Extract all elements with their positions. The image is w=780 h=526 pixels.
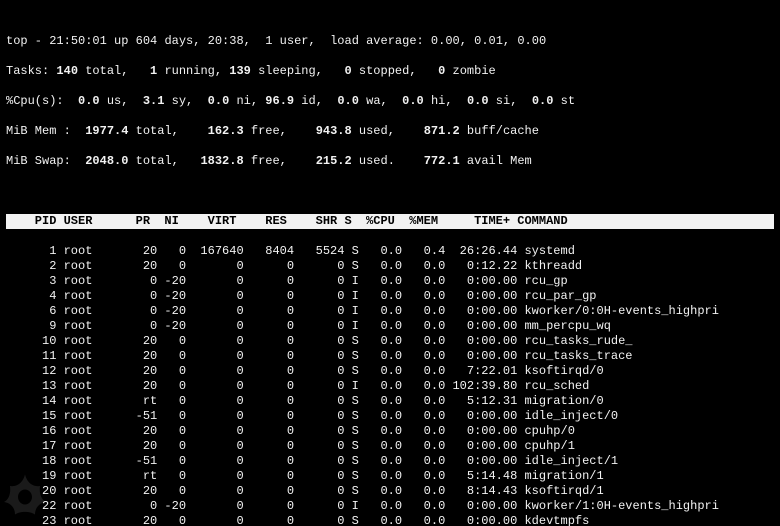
process-row: 18 root -51 0 0 0 0 S 0.0 0.0 0:00.00 id… bbox=[6, 454, 774, 469]
process-row: 19 root rt 0 0 0 0 S 0.0 0.0 5:14.48 mig… bbox=[6, 469, 774, 484]
process-row: 6 root 0 -20 0 0 0 I 0.0 0.0 0:00.00 kwo… bbox=[6, 304, 774, 319]
process-row: 13 root 20 0 0 0 0 I 0.0 0.0 102:39.80 r… bbox=[6, 379, 774, 394]
process-row: 1 root 20 0 167640 8404 5524 S 0.0 0.4 2… bbox=[6, 244, 774, 259]
blank-line bbox=[6, 184, 774, 199]
summary-line-tasks: Tasks: 140 total, 1 running, 139 sleepin… bbox=[6, 64, 774, 79]
process-row: 2 root 20 0 0 0 0 S 0.0 0.0 0:12.22 kthr… bbox=[6, 259, 774, 274]
process-row: 11 root 20 0 0 0 0 S 0.0 0.0 0:00.00 rcu… bbox=[6, 349, 774, 364]
process-list: 1 root 20 0 167640 8404 5524 S 0.0 0.4 2… bbox=[6, 244, 774, 526]
summary-line-mem: MiB Mem : 1977.4 total, 162.3 free, 943.… bbox=[6, 124, 774, 139]
process-row: 17 root 20 0 0 0 0 S 0.0 0.0 0:00.00 cpu… bbox=[6, 439, 774, 454]
terminal[interactable]: top - 21:50:01 up 604 days, 20:38, 1 use… bbox=[0, 0, 780, 526]
summary-line-swap: MiB Swap: 2048.0 total, 1832.8 free, 215… bbox=[6, 154, 774, 169]
process-row: 3 root 0 -20 0 0 0 I 0.0 0.0 0:00.00 rcu… bbox=[6, 274, 774, 289]
summary-line-uptime: top - 21:50:01 up 604 days, 20:38, 1 use… bbox=[6, 34, 774, 49]
process-row: 10 root 20 0 0 0 0 S 0.0 0.0 0:00.00 rcu… bbox=[6, 334, 774, 349]
process-row: 15 root -51 0 0 0 0 S 0.0 0.0 0:00.00 id… bbox=[6, 409, 774, 424]
process-row: 16 root 20 0 0 0 0 S 0.0 0.0 0:00.00 cpu… bbox=[6, 424, 774, 439]
process-row: 20 root 20 0 0 0 0 S 0.0 0.0 8:14.43 kso… bbox=[6, 484, 774, 499]
process-row: 23 root 20 0 0 0 0 S 0.0 0.0 0:00.00 kde… bbox=[6, 514, 774, 526]
summary-line-cpu: %Cpu(s): 0.0 us, 3.1 sy, 0.0 ni, 96.9 id… bbox=[6, 94, 774, 109]
process-row: 22 root 0 -20 0 0 0 I 0.0 0.0 0:00.00 kw… bbox=[6, 499, 774, 514]
process-row: 12 root 20 0 0 0 0 S 0.0 0.0 7:22.01 kso… bbox=[6, 364, 774, 379]
process-row: 4 root 0 -20 0 0 0 I 0.0 0.0 0:00.00 rcu… bbox=[6, 289, 774, 304]
process-row: 14 root rt 0 0 0 0 S 0.0 0.0 5:12.31 mig… bbox=[6, 394, 774, 409]
process-header: PID USER PR NI VIRT RES SHR S %CPU %MEM … bbox=[6, 214, 774, 229]
process-row: 9 root 0 -20 0 0 0 I 0.0 0.0 0:00.00 mm_… bbox=[6, 319, 774, 334]
